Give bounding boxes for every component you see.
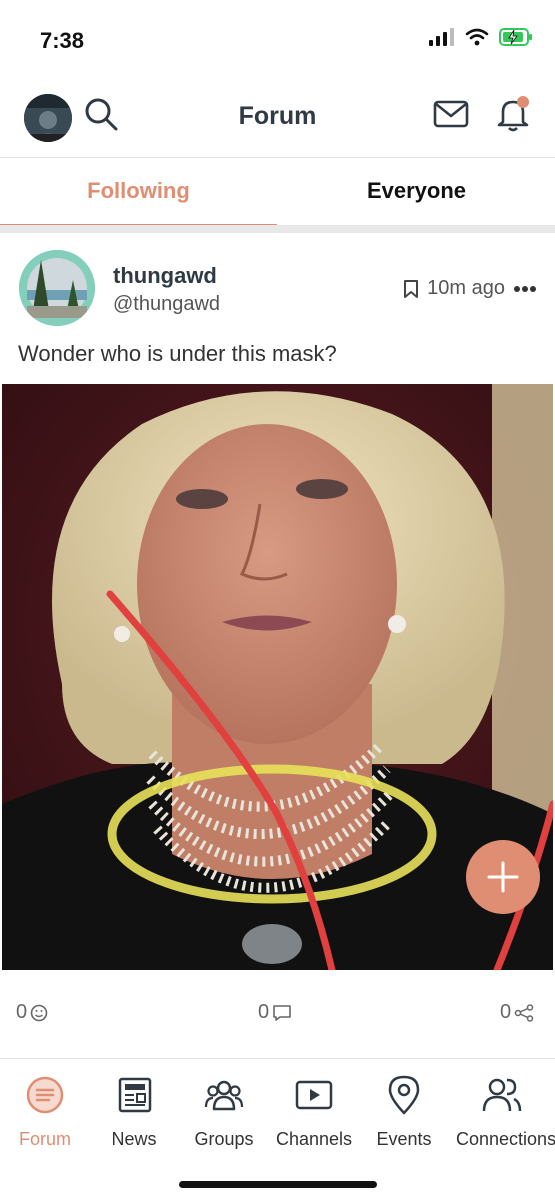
create-post-button[interactable] [466, 840, 540, 914]
nav-label: Forum [18, 1129, 71, 1149]
post-timestamp: 10m ago [427, 277, 505, 299]
notification-bell-icon[interactable] [495, 94, 531, 134]
profile-avatar[interactable] [24, 94, 72, 142]
post-meta: 10m ago [403, 277, 537, 300]
connections-icon [482, 1078, 522, 1112]
status-icons [429, 28, 533, 46]
author-avatar-image [19, 250, 95, 326]
section-divider [0, 225, 555, 233]
tab-following[interactable]: Following [0, 158, 277, 226]
nav-label: Events [376, 1129, 432, 1149]
bookmark-icon[interactable] [403, 279, 419, 299]
bottom-navigation: Forum News Groups Channels Events Connec… [0, 1058, 555, 1200]
reaction-count: 0 [16, 1001, 28, 1023]
feed-tabs: Following Everyone [0, 158, 555, 228]
signal-icon [429, 28, 454, 46]
post-author-handle[interactable]: @thungawd [113, 293, 220, 316]
post-card[interactable]: thungawd @thungawd 10m ago Wonder who is… [0, 233, 555, 1058]
app-header: Forum [0, 80, 555, 158]
nav-label: Channels [275, 1129, 353, 1149]
status-time: 7:38 [40, 28, 85, 53]
nav-news[interactable]: News [89, 1073, 179, 1150]
status-bar: 7:38 [0, 0, 555, 80]
more-options-icon[interactable] [513, 285, 537, 293]
share-count: 0 [500, 1001, 512, 1023]
mail-icon[interactable] [433, 98, 469, 130]
share-icon [514, 1003, 534, 1022]
nav-forum[interactable]: Forum [0, 1073, 90, 1150]
nav-channels[interactable]: Channels [269, 1073, 359, 1150]
plus-icon [487, 861, 519, 893]
forum-icon [26, 1076, 64, 1114]
post-actions: 0 0 0 [0, 1001, 555, 1041]
tab-everyone[interactable]: Everyone [278, 158, 555, 226]
nav-label: Groups [194, 1129, 254, 1149]
news-icon [118, 1077, 152, 1113]
nav-connections[interactable]: Connections [456, 1073, 555, 1150]
post-author-avatar[interactable] [19, 250, 95, 326]
home-indicator[interactable] [179, 1181, 377, 1188]
reaction-button[interactable]: 0 [16, 1001, 48, 1024]
comment-count: 0 [258, 1001, 270, 1023]
search-icon[interactable] [83, 96, 119, 132]
nav-events[interactable]: Events [359, 1073, 449, 1150]
comment-icon [273, 1004, 291, 1021]
notification-dot [517, 96, 529, 108]
nav-groups[interactable]: Groups [179, 1073, 269, 1150]
battery-charging-icon [499, 28, 532, 46]
location-pin-icon [388, 1075, 420, 1115]
post-body-text: Wonder who is under this mask? [18, 341, 337, 366]
post-author-name[interactable]: thungawd [113, 263, 217, 289]
comment-button[interactable]: 0 [258, 1001, 292, 1024]
wifi-icon [465, 28, 489, 46]
smile-icon [30, 1004, 48, 1021]
nav-label: Connections [456, 1129, 555, 1149]
share-button[interactable]: 0 [500, 1001, 534, 1024]
channels-icon [295, 1080, 333, 1110]
profile-avatar-image [24, 94, 72, 142]
groups-icon [204, 1080, 244, 1111]
nav-label: News [111, 1129, 157, 1149]
